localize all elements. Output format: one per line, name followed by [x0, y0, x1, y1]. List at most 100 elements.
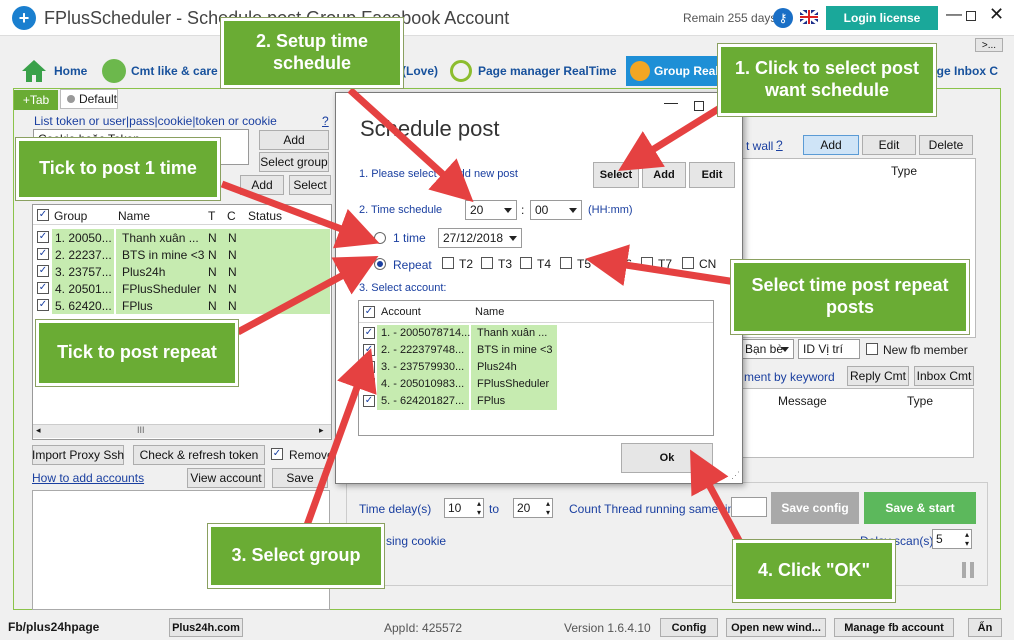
callout-setup-time: 2. Setup time schedule — [220, 17, 404, 89]
delay-scan-stepper[interactable]: 5 ▴ ▾ — [932, 529, 972, 549]
group-row-checkbox[interactable]: ✓ — [37, 282, 49, 294]
hour-select[interactable]: 20 — [465, 200, 517, 220]
group-row-checkbox[interactable]: ✓ — [37, 248, 49, 260]
group-list-scrollbar[interactable]: ◂ III ▸ — [33, 424, 331, 438]
add-post-button[interactable]: Add — [803, 135, 859, 155]
delete-post-button[interactable]: Delete — [919, 135, 973, 155]
id-vitri-input[interactable]: ID Vị trí — [798, 339, 860, 359]
group-row-checkbox[interactable]: ✓ — [37, 231, 49, 243]
tab-group-real[interactable]: Group Real — [626, 56, 726, 86]
scroll-thumb-grip[interactable]: III — [137, 425, 145, 435]
account-id: 2. - 222379748... — [381, 344, 465, 356]
group-row-status-cell[interactable] — [244, 246, 330, 263]
day-checkbox-t6[interactable] — [601, 257, 613, 269]
select-group-button[interactable]: Select group — [259, 152, 329, 172]
select-all-groups-checkbox[interactable]: ✓ — [37, 209, 49, 221]
repeat-radio[interactable] — [374, 258, 386, 270]
scroll-right-arrow-icon[interactable]: ▸ — [319, 425, 324, 436]
view-account-button[interactable]: View account — [187, 468, 265, 488]
day-checkbox-t5[interactable] — [560, 257, 572, 269]
add-token-button[interactable]: Add — [259, 130, 329, 150]
wall-help-link[interactable]: ? — [776, 138, 783, 152]
close-icon[interactable]: ✕ — [989, 4, 1004, 25]
dialog-minimize-button[interactable]: — — [664, 94, 678, 110]
open-new-window-button[interactable]: Open new wind... — [726, 618, 826, 637]
language-flag-icon[interactable] — [800, 10, 818, 24]
inbox-cmt-button[interactable]: Inbox Cmt — [914, 366, 974, 386]
token-help-link[interactable]: ? — [322, 114, 329, 128]
stepper-arrows-icon[interactable]: ▴ ▾ — [546, 499, 550, 517]
stepper-arrows-icon[interactable]: ▴ ▾ — [965, 530, 969, 548]
edit-post-button[interactable]: Edit — [862, 135, 916, 155]
one-time-radio[interactable] — [374, 232, 386, 244]
select-button[interactable]: Select — [289, 175, 331, 195]
group-row-checkbox[interactable]: ✓ — [37, 299, 49, 311]
stepper-arrows-icon[interactable]: ▴ ▾ — [477, 499, 481, 517]
day-checkbox-cn[interactable] — [682, 257, 694, 269]
account-id: 4. - 205010983... — [381, 378, 465, 390]
comment-keyword-link[interactable]: ment by keyword — [744, 370, 835, 384]
account-row-checkbox[interactable]: ✓ — [363, 395, 375, 407]
delay-from-stepper[interactable]: 10 ▴ ▾ — [444, 498, 484, 518]
pause-icon[interactable] — [962, 562, 974, 578]
select-all-accounts-checkbox[interactable]: ✓ — [363, 306, 375, 318]
remove-checkbox[interactable]: ✓ — [271, 448, 283, 460]
message-list[interactable] — [742, 388, 974, 458]
ban-be-select[interactable]: Bạn bè — [740, 339, 794, 359]
save-account-button[interactable]: Save — [272, 468, 328, 488]
check-refresh-token-button[interactable]: Check & refresh token — [133, 445, 265, 465]
tab-love[interactable]: (Love) — [402, 56, 438, 86]
manage-fb-account-button[interactable]: Manage fb account — [834, 618, 954, 637]
default-tab[interactable]: Default — [60, 89, 118, 109]
message-type-col: Type — [907, 394, 934, 408]
tab-cmt-like[interactable]: Cmt like & care — [102, 56, 218, 86]
site-button[interactable]: Plus24h.com — [169, 618, 243, 637]
minute-select[interactable]: 00 — [530, 200, 582, 220]
clock-icon — [450, 60, 472, 82]
delay-to-stepper[interactable]: 20 ▴ ▾ — [513, 498, 553, 518]
tab-page-inbox[interactable]: age Inbox C — [930, 56, 998, 86]
more-button[interactable]: >... — [975, 38, 1003, 52]
callout-repeat-days: Select time post repeat posts — [730, 259, 970, 335]
dialog-maximize-button[interactable] — [694, 101, 704, 111]
group-row-status-cell[interactable] — [244, 263, 330, 280]
save-start-button[interactable]: Save & start — [864, 492, 976, 524]
new-fb-member-checkbox[interactable] — [866, 343, 878, 355]
hide-button[interactable]: Ẩn — [968, 618, 1002, 637]
account-row-checkbox[interactable]: ✓ — [363, 327, 375, 339]
day-checkbox-t3[interactable] — [481, 257, 493, 269]
add-post-dialog-button[interactable]: Add — [642, 162, 686, 188]
minimize-button[interactable]: — — [946, 6, 962, 24]
import-proxy-button[interactable]: Import Proxy Ssh — [32, 445, 124, 465]
edit-post-dialog-button[interactable]: Edit — [689, 162, 735, 188]
scroll-left-arrow-icon[interactable]: ◂ — [36, 425, 41, 436]
account-row-checkbox[interactable]: ✓ — [363, 378, 375, 390]
acc-col-account: Account — [381, 306, 421, 318]
col-t: T — [208, 209, 216, 223]
day-checkbox-t7[interactable] — [641, 257, 653, 269]
tab-page-manager[interactable]: Page manager RealTime — [450, 56, 617, 86]
how-to-add-accounts-link[interactable]: How to add accounts — [32, 471, 144, 485]
reply-cmt-button[interactable]: Reply Cmt — [847, 366, 909, 386]
day-checkbox-t4[interactable] — [520, 257, 532, 269]
thread-count-stepper[interactable] — [731, 497, 767, 517]
add-group-button[interactable]: Add — [240, 175, 284, 195]
login-license-button[interactable]: Login license — [826, 6, 938, 30]
save-config-button[interactable]: Save config — [771, 492, 859, 524]
group-row-status-cell[interactable] — [244, 280, 330, 297]
plus-tab[interactable]: +Tab — [14, 90, 58, 110]
resize-grip-icon[interactable]: ⋰ — [731, 470, 740, 481]
key-icon[interactable]: ⚷ — [773, 8, 793, 28]
account-row-checkbox[interactable]: ✓ — [363, 344, 375, 356]
select-post-button[interactable]: Select — [593, 162, 639, 188]
day-checkbox-t2[interactable] — [442, 257, 454, 269]
ok-button[interactable]: Ok — [621, 443, 713, 473]
group-row-status-cell[interactable] — [244, 229, 330, 246]
account-row-checkbox[interactable]: ✓ — [363, 361, 375, 373]
group-row-status-cell[interactable] — [244, 297, 330, 314]
maximize-button[interactable] — [966, 11, 976, 21]
date-picker[interactable]: 27/12/2018 — [438, 228, 522, 248]
tab-home[interactable]: Home — [20, 56, 87, 86]
group-row-checkbox[interactable]: ✓ — [37, 265, 49, 277]
config-button[interactable]: Config — [660, 618, 718, 637]
